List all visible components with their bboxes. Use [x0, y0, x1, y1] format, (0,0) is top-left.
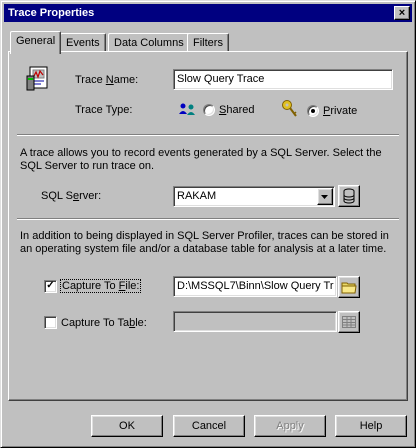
capture-table-input[interactable]	[173, 311, 337, 332]
capture-file-path-value: D:\MSSQL7\Binn\Slow Query Tr	[177, 280, 334, 292]
ok-button-label: OK	[119, 420, 135, 432]
sql-server-label: SQL Server:	[41, 190, 102, 202]
separator-1	[17, 134, 399, 136]
window-title: Trace Properties	[8, 7, 95, 19]
capture-file-path-input[interactable]: D:\MSSQL7\Binn\Slow Query Tr	[173, 276, 337, 297]
folder-icon	[341, 282, 357, 294]
help-button-label: Help	[359, 420, 383, 432]
tab-general[interactable]: General	[10, 31, 62, 54]
capture-to-table-label[interactable]: Capture To Table:	[61, 316, 147, 330]
tab-filters[interactable]: Filters	[187, 33, 229, 53]
capture-to-file-label[interactable]: Capture To File:	[60, 279, 142, 293]
shared-radio-label[interactable]: Shared	[219, 103, 254, 117]
general-tab-panel: Trace Name: Slow Query Trace Trace Type:…	[8, 51, 408, 401]
check-icon: ✓	[46, 280, 55, 291]
storage-description: In addition to being displayed in SQL Se…	[20, 230, 389, 255]
tab-filters-label: Filters	[193, 37, 223, 49]
trace-properties-dialog: Trace Properties × General Events Data C…	[0, 0, 416, 448]
ok-button[interactable]: OK	[91, 415, 163, 437]
tab-general-label: General	[16, 35, 56, 47]
separator-2	[17, 218, 399, 220]
chevron-down-icon	[321, 195, 328, 199]
close-button[interactable]: ×	[394, 6, 410, 20]
table-grid-icon	[342, 316, 356, 328]
shared-radio[interactable]	[203, 104, 215, 116]
title-bar: Trace Properties ×	[4, 4, 412, 22]
cancel-button[interactable]: Cancel	[173, 415, 245, 437]
tab-events[interactable]: Events	[60, 33, 106, 53]
trace-document-icon	[26, 66, 48, 91]
sql-server-description: A trace allows you to record events gene…	[20, 147, 382, 172]
capture-to-table-checkbox[interactable]	[44, 316, 57, 329]
sql-server-select[interactable]: RAKAM	[173, 186, 335, 207]
help-button[interactable]: Help	[335, 415, 407, 437]
private-radio[interactable]	[307, 105, 319, 117]
sql-server-value: RAKAM	[177, 190, 217, 202]
tab-events-label: Events	[66, 37, 100, 49]
capture-file-browse-button[interactable]	[338, 276, 360, 298]
private-radio-dot	[311, 109, 315, 113]
apply-button-label: Apply	[276, 420, 304, 432]
cancel-button-label: Cancel	[191, 420, 227, 432]
capture-to-file-checkbox[interactable]: ✓	[44, 280, 57, 293]
shared-users-icon	[179, 103, 195, 115]
apply-button[interactable]: Apply	[254, 415, 326, 437]
close-icon: ×	[398, 7, 406, 19]
sql-server-browse-button[interactable]	[338, 185, 360, 207]
focus-rectangle: Capture To File:	[60, 279, 142, 293]
private-radio-label[interactable]: Private	[323, 104, 357, 118]
trace-name-input[interactable]: Slow Query Trace	[173, 69, 393, 90]
tab-data-columns[interactable]: Data Columns	[108, 33, 190, 53]
tab-data-columns-label: Data Columns	[114, 37, 184, 49]
trace-name-value: Slow Query Trace	[177, 73, 265, 85]
sql-server-dropdown-button[interactable]	[317, 188, 333, 205]
private-key-icon	[282, 100, 297, 117]
capture-table-browse-button[interactable]	[338, 311, 360, 333]
trace-name-label: Trace Name:	[75, 74, 139, 86]
database-icon	[343, 188, 355, 204]
trace-type-label: Trace Type:	[75, 104, 133, 116]
